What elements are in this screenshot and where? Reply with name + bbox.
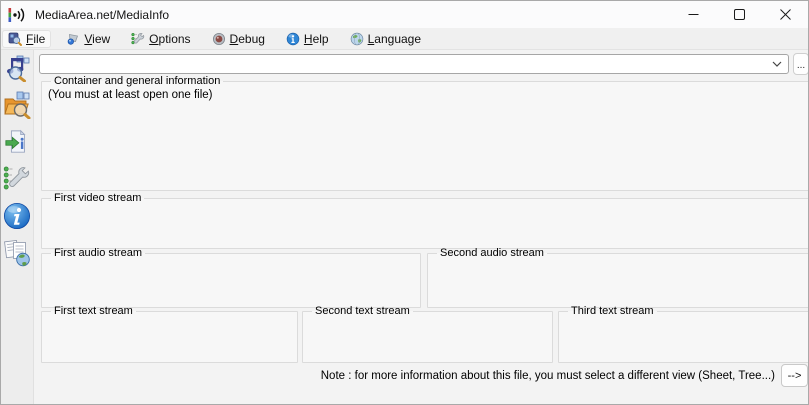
group-general-info: Container and general information (You m… — [41, 75, 809, 191]
minimize-button[interactable] — [670, 1, 716, 28]
footer-note: Note : for more information about this f… — [321, 370, 775, 382]
general-info-placeholder: (You must at least open one file) — [48, 89, 802, 101]
group-first-text-stream: First text stream — [41, 305, 298, 363]
menu-debug-label: Debug — [230, 32, 265, 46]
language-menu-icon — [350, 32, 364, 46]
group-first-audio-stream-title: First audio stream — [51, 247, 145, 259]
menu-language[interactable]: Language — [345, 31, 426, 47]
menu-language-label: Language — [368, 32, 421, 46]
menu-view-label: View — [84, 32, 110, 46]
menu-file-label: File — [26, 32, 45, 46]
menu-help[interactable]: Help — [281, 31, 334, 47]
titlebar: MediaArea.net/MediaInfo — [1, 1, 808, 28]
group-second-audio-stream: Second audio stream — [427, 247, 809, 308]
preferences-button[interactable] — [2, 164, 32, 194]
website-icon — [3, 239, 31, 267]
menubar: File View — [1, 28, 808, 50]
file-combobox[interactable] — [39, 54, 789, 74]
debug-menu-icon — [212, 32, 226, 46]
close-button[interactable] — [762, 1, 808, 28]
view-menu-icon — [66, 32, 80, 46]
preferences-icon — [3, 165, 31, 193]
chevron-down-icon — [772, 61, 782, 67]
mediainfo-window: MediaArea.net/MediaInfo — [0, 0, 809, 405]
menu-help-label: Help — [304, 32, 329, 46]
menu-options-label: Options — [149, 32, 190, 46]
change-view-button[interactable]: --> — [781, 364, 808, 387]
open-file-icon — [3, 54, 31, 82]
open-folder-button[interactable] — [2, 90, 32, 120]
options-menu-icon — [131, 32, 145, 46]
change-view-button-label: --> — [788, 370, 802, 382]
combobox-dropdown-button[interactable] — [766, 55, 788, 73]
minimize-icon — [688, 9, 699, 20]
group-first-audio-stream: First audio stream — [41, 247, 421, 308]
group-second-text-stream: Second text stream — [302, 305, 553, 363]
browse-button-label: ... — [797, 64, 805, 68]
about-button[interactable] — [2, 201, 32, 231]
export-button[interactable] — [2, 127, 32, 157]
group-third-text-stream: Third text stream — [558, 305, 809, 363]
group-first-video-stream: First video stream — [41, 192, 809, 249]
group-first-video-stream-title: First video stream — [51, 192, 144, 204]
app-icon — [8, 7, 27, 23]
export-info-icon — [4, 129, 30, 155]
file-path-input[interactable] — [40, 55, 766, 73]
open-file-button[interactable] — [2, 53, 32, 83]
help-menu-icon — [286, 32, 300, 46]
group-first-text-stream-title: First text stream — [51, 305, 136, 317]
group-second-audio-stream-title: Second audio stream — [437, 247, 547, 259]
menu-file[interactable]: File — [3, 31, 50, 47]
group-second-text-stream-title: Second text stream — [312, 305, 413, 317]
menu-debug[interactable]: Debug — [207, 31, 270, 47]
website-button[interactable] — [2, 238, 32, 268]
group-third-text-stream-title: Third text stream — [568, 305, 657, 317]
toolbar-sidebar — [1, 50, 34, 404]
maximize-button[interactable] — [716, 1, 762, 28]
about-icon — [3, 202, 31, 230]
window-title: MediaArea.net/MediaInfo — [35, 8, 169, 22]
browse-button[interactable]: ... — [793, 53, 809, 75]
maximize-icon — [734, 9, 745, 20]
group-general-info-title: Container and general information — [51, 75, 223, 87]
file-menu-icon — [8, 32, 22, 46]
menu-options[interactable]: Options — [126, 31, 195, 47]
open-folder-icon — [3, 91, 31, 119]
close-icon — [780, 9, 791, 20]
window-controls — [670, 1, 808, 28]
menu-view[interactable]: View — [61, 31, 115, 47]
